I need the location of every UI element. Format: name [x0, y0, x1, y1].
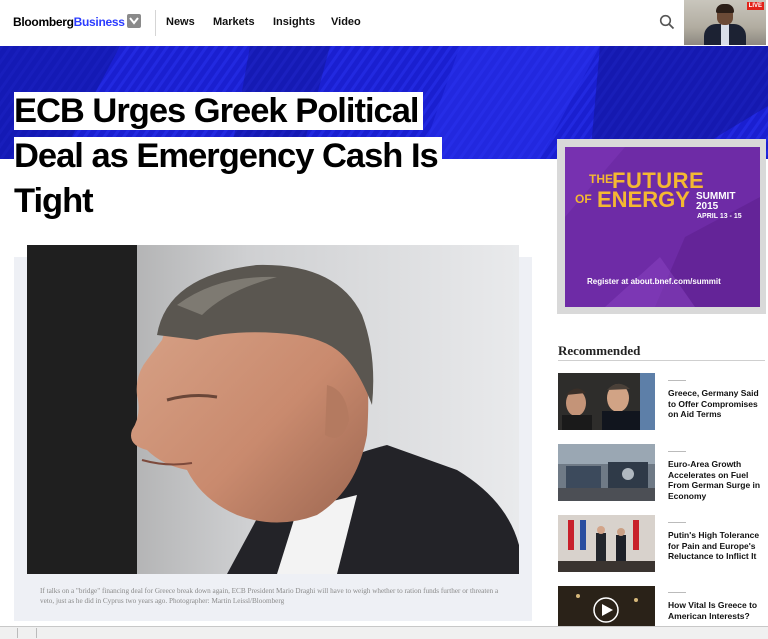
chevron-down-icon[interactable] [127, 14, 141, 28]
recommended-heading: Recommended [558, 343, 641, 358]
headline-line: Deal as Emergency Cash Is [14, 137, 442, 175]
ad-word-of: OF [575, 192, 592, 206]
status-bar-cell [17, 628, 37, 638]
rec-thumbnail-4[interactable] [558, 586, 655, 626]
top-nav: BloombergBusiness News Markets Insights … [0, 0, 768, 47]
rec-dash-1 [668, 380, 686, 381]
article-photo[interactable] [27, 245, 519, 574]
rec-image-video [558, 586, 655, 626]
rec-image-greece-germany [558, 373, 655, 430]
recommended-divider [558, 360, 765, 361]
ad-word-the: THE [589, 172, 613, 186]
rec-thumbnail-2[interactable] [558, 444, 655, 501]
rec-link-3[interactable]: Putin's High Tolerance for Pain and Euro… [668, 530, 763, 562]
ad-word-energy: ENERGY [597, 187, 690, 212]
headline-line: ECB Urges Greek Political [14, 92, 423, 130]
draghi-portrait [27, 245, 519, 574]
rec-link-1[interactable]: Greece, Germany Said to Offer Compromise… [668, 388, 763, 420]
rec-dash-2 [668, 451, 686, 452]
logo-part-business: Business [73, 15, 125, 29]
nav-item-insights[interactable]: Insights [273, 16, 315, 28]
live-video-thumbnail[interactable]: LIVE [684, 0, 766, 45]
logo-part-bloomberg: Bloomberg [13, 15, 74, 29]
browser-status-bar [0, 626, 768, 639]
bloomberg-business-logo[interactable]: BloombergBusiness [13, 15, 125, 29]
article-headline: ECB Urges Greek Political Deal as Emerge… [14, 89, 504, 224]
rec-link-4[interactable]: How Vital Is Greece to American Interest… [668, 600, 763, 621]
rec-dash-4 [668, 592, 686, 593]
ad-dates: APRIL 13 - 15 [697, 213, 742, 220]
presenter-hair [716, 4, 734, 13]
ad-year: 2015 [696, 201, 719, 212]
nav-item-video[interactable]: Video [331, 16, 361, 28]
rec-dash-3 [668, 522, 686, 523]
future-of-energy-ad[interactable]: THE FUTURE OF ENERGY SUMMIT 2015 APRIL 1… [565, 147, 760, 307]
ad-register-link[interactable]: Register at about.bnef.com/summit [587, 277, 721, 286]
presenter-shirt [721, 24, 729, 45]
rec-thumbnail-3[interactable] [558, 515, 655, 572]
search-icon[interactable] [659, 14, 675, 30]
rec-link-2[interactable]: Euro-Area Growth Accelerates on Fuel Fro… [668, 459, 763, 501]
nav-item-markets[interactable]: Markets [213, 16, 255, 28]
headline-line: Tight [14, 182, 97, 220]
nav-divider [155, 10, 156, 36]
live-badge: LIVE [746, 2, 764, 10]
rec-thumbnail-1[interactable] [558, 373, 655, 430]
photo-caption: If talks on a "bridge" financing deal fo… [40, 587, 499, 605]
nav-item-news[interactable]: News [166, 16, 195, 28]
rec-image-factory [558, 444, 655, 501]
rec-image-putin-press [558, 515, 655, 572]
